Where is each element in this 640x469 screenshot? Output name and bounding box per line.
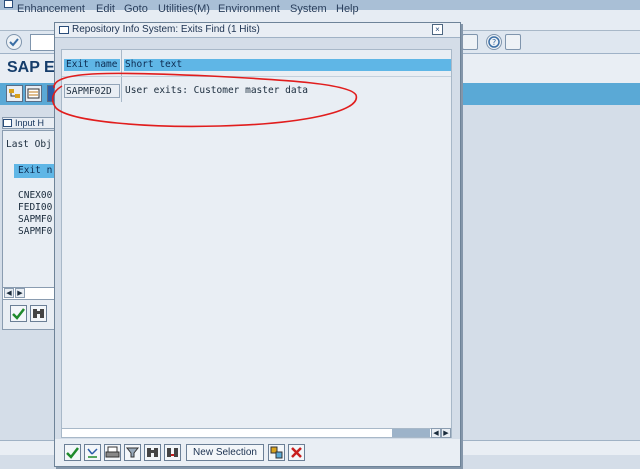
cancel-icon[interactable]: [288, 444, 305, 461]
window-icon: [4, 0, 13, 8]
list-item[interactable]: FEDI00: [18, 202, 52, 213]
input-help-tab-label: Input H: [15, 118, 45, 128]
list-item[interactable]: SAPMF0: [18, 226, 52, 237]
column-header-exit-name[interactable]: Exit name: [64, 59, 120, 71]
menu-goto[interactable]: Goto: [124, 3, 148, 15]
tab-icon: [3, 119, 12, 127]
customize-icon[interactable]: [505, 34, 521, 50]
last-object-label: Last Obj: [6, 139, 52, 150]
other-object-icon[interactable]: [268, 444, 285, 461]
menu-enhancement[interactable]: Enhancement: [17, 3, 85, 15]
menu-utilities[interactable]: Utilities(M): [158, 3, 210, 15]
scroll-thumb[interactable]: [392, 429, 430, 437]
page-title: SAP E: [7, 59, 55, 76]
svg-text:?: ?: [492, 38, 496, 47]
filter-icon[interactable]: [124, 444, 141, 461]
scroll-right-icon[interactable]: ▶: [441, 428, 451, 438]
menu-edit[interactable]: Edit: [96, 3, 115, 15]
menu-environment[interactable]: Environment: [218, 3, 280, 15]
confirm-icon[interactable]: [64, 444, 81, 461]
help-icon[interactable]: ?: [486, 34, 502, 50]
results-table: [61, 49, 452, 429]
dialog-title: Repository Info System: Exits Find (1 Hi…: [72, 24, 260, 35]
scroll-right-icon[interactable]: ▶: [15, 288, 25, 298]
new-selection-button[interactable]: New Selection: [186, 444, 264, 461]
hierarchy-icon[interactable]: [6, 85, 23, 102]
dialog-window-icon: [59, 26, 69, 34]
choose-icon[interactable]: [84, 444, 101, 461]
confirm-icon[interactable]: [10, 305, 27, 322]
table-cell-short-text[interactable]: User exits: Customer master data: [124, 84, 450, 98]
table-divider: [62, 76, 451, 77]
scroll-left-icon[interactable]: ◀: [431, 428, 441, 438]
enter-icon[interactable]: [6, 34, 22, 50]
list-item[interactable]: SAPMF0: [18, 214, 52, 225]
menu-system[interactable]: System: [290, 3, 327, 15]
table-cell-exit-name[interactable]: SAPMF02D: [64, 84, 120, 98]
binoculars-icon[interactable]: [30, 305, 47, 322]
find-icon[interactable]: [144, 444, 161, 461]
close-icon[interactable]: ×: [432, 24, 443, 35]
print-icon[interactable]: [104, 444, 121, 461]
list-display-icon[interactable]: [25, 85, 42, 102]
column-header-short-text[interactable]: Short text: [124, 59, 451, 71]
menu-help[interactable]: Help: [336, 3, 359, 15]
list-item[interactable]: CNEX00: [18, 190, 52, 201]
local-layout-icon[interactable]: [462, 34, 478, 50]
find-next-icon[interactable]: [164, 444, 181, 461]
command-field[interactable]: [30, 34, 57, 51]
scroll-left-icon[interactable]: ◀: [4, 288, 14, 298]
